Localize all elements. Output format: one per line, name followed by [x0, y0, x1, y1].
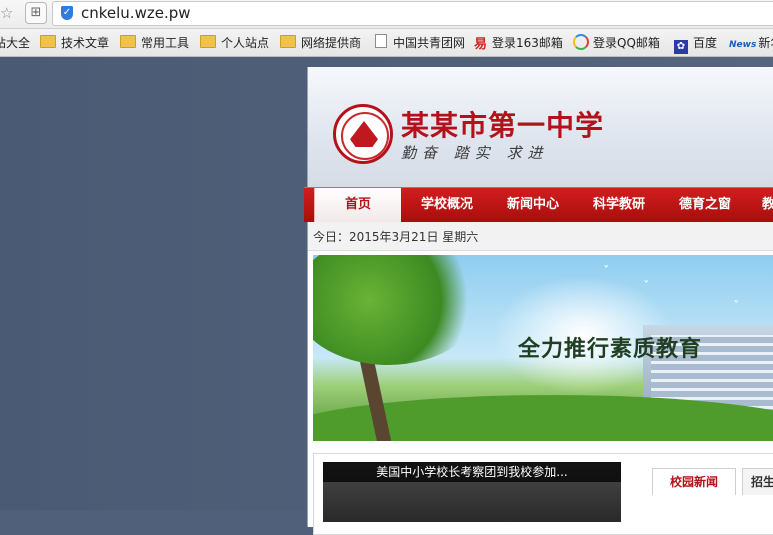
tree-canopy [313, 255, 483, 365]
bookmark-folder[interactable]: 常用工具 [120, 34, 189, 52]
bookmarks-bar: 站大全 技术文章 常用工具 个人站点 网络提供商 中国共青团网 易登录163邮箱… [0, 29, 773, 57]
folder-icon [40, 35, 56, 48]
bird-icon: ˇ [603, 265, 610, 280]
folder-icon [280, 35, 296, 48]
tab-admissions[interactable]: 招生 [742, 468, 773, 495]
bookmark-163[interactable]: 易登录163邮箱 [474, 34, 563, 52]
bird-icon: ˇ [643, 280, 650, 295]
netease-icon: 易 [474, 37, 488, 52]
star-icon[interactable]: ☆ [0, 3, 18, 23]
bookmark-label: 常用工具 [141, 36, 190, 50]
bookmark-label: 中国共青团网 [393, 36, 466, 50]
hero-banner[interactable]: ˇ ˇ ˇ 全力推行素质教育 [313, 255, 773, 441]
nav-moral-education[interactable]: 德育之窗 [662, 188, 748, 222]
tab-campus-news[interactable]: 校园新闻 [652, 468, 736, 495]
qq-icon [573, 34, 589, 50]
bird-icon: ˇ [733, 300, 740, 315]
address-bar-row: ☆ ⊞ ✓ cnkelu.wze.pw [0, 0, 773, 29]
bookmark-label: 网络提供商 [301, 36, 362, 50]
school-logo-icon[interactable] [333, 104, 393, 164]
school-motto: 勤奋 踏实 求进 [401, 144, 549, 162]
nav-home[interactable]: 首页 [314, 188, 401, 222]
bookmark-label: 百度 [693, 36, 718, 50]
main-nav: 首页 学校概况 新闻中心 科学教研 德育之窗 教 [304, 187, 773, 222]
nav-school-overview[interactable]: 学校概况 [404, 188, 490, 222]
bookmark-item[interactable]: 站大全 [0, 34, 30, 52]
emblem-book-icon [350, 121, 378, 147]
news-icon: News [729, 40, 757, 50]
nav-more[interactable]: 教 [748, 188, 773, 222]
bookmark-label: 新华 [758, 36, 773, 50]
news-photo-caption[interactable]: 美国中小学校长考察团到我校参加... [323, 462, 621, 482]
bookmark-label: 登录163邮箱 [492, 36, 563, 50]
folder-icon [120, 35, 136, 48]
apps-grid-icon[interactable]: ⊞ [25, 2, 47, 24]
shield-icon: ✓ [61, 6, 73, 20]
folder-icon [200, 35, 216, 48]
news-photo[interactable]: 美国中小学校长考察团到我校参加... [323, 462, 621, 522]
url-text[interactable]: cnkelu.wze.pw [81, 4, 191, 22]
site-header: 某某市第一中学 勤奋 踏实 求进 [308, 67, 773, 187]
nav-news-center[interactable]: 新闻中心 [490, 188, 576, 222]
bookmark-label: 技术文章 [61, 36, 110, 50]
bookmark-label: 站大全 [0, 36, 31, 50]
page-icon [375, 34, 387, 48]
nav-science-research[interactable]: 科学教研 [576, 188, 662, 222]
bookmark-qq[interactable]: 登录QQ邮箱 [573, 34, 660, 52]
bookmark-xinhua[interactable]: News新华 [729, 34, 773, 52]
bookmark-label: 登录QQ邮箱 [593, 36, 660, 50]
bookmark-folder[interactable]: 网络提供商 [280, 34, 361, 52]
bookmark-baidu[interactable]: ✿ 百度 [674, 34, 718, 54]
url-input[interactable]: ✓ cnkelu.wze.pw [52, 1, 773, 26]
baidu-paw-icon: ✿ [674, 40, 688, 54]
bookmark-label: 个人站点 [221, 36, 270, 50]
bookmark-page[interactable]: 中国共青团网 [375, 34, 465, 52]
news-section: 美国中小学校长考察团到我校参加... 校园新闻 招生 [313, 453, 773, 535]
bookmark-folder[interactable]: 技术文章 [40, 34, 109, 52]
date-bar: 今日：2015年3月21日 星期六 [308, 222, 773, 251]
banner-slogan: 全力推行素质教育 [518, 336, 703, 362]
school-website: 某某市第一中学 勤奋 踏实 求进 首页 学校概况 新闻中心 科学教研 德育之窗 … [304, 67, 773, 535]
school-name[interactable]: 某某市第一中学 [401, 104, 604, 144]
current-date: 今日：2015年3月21日 星期六 [313, 230, 479, 244]
bookmark-folder[interactable]: 个人站点 [200, 34, 269, 52]
